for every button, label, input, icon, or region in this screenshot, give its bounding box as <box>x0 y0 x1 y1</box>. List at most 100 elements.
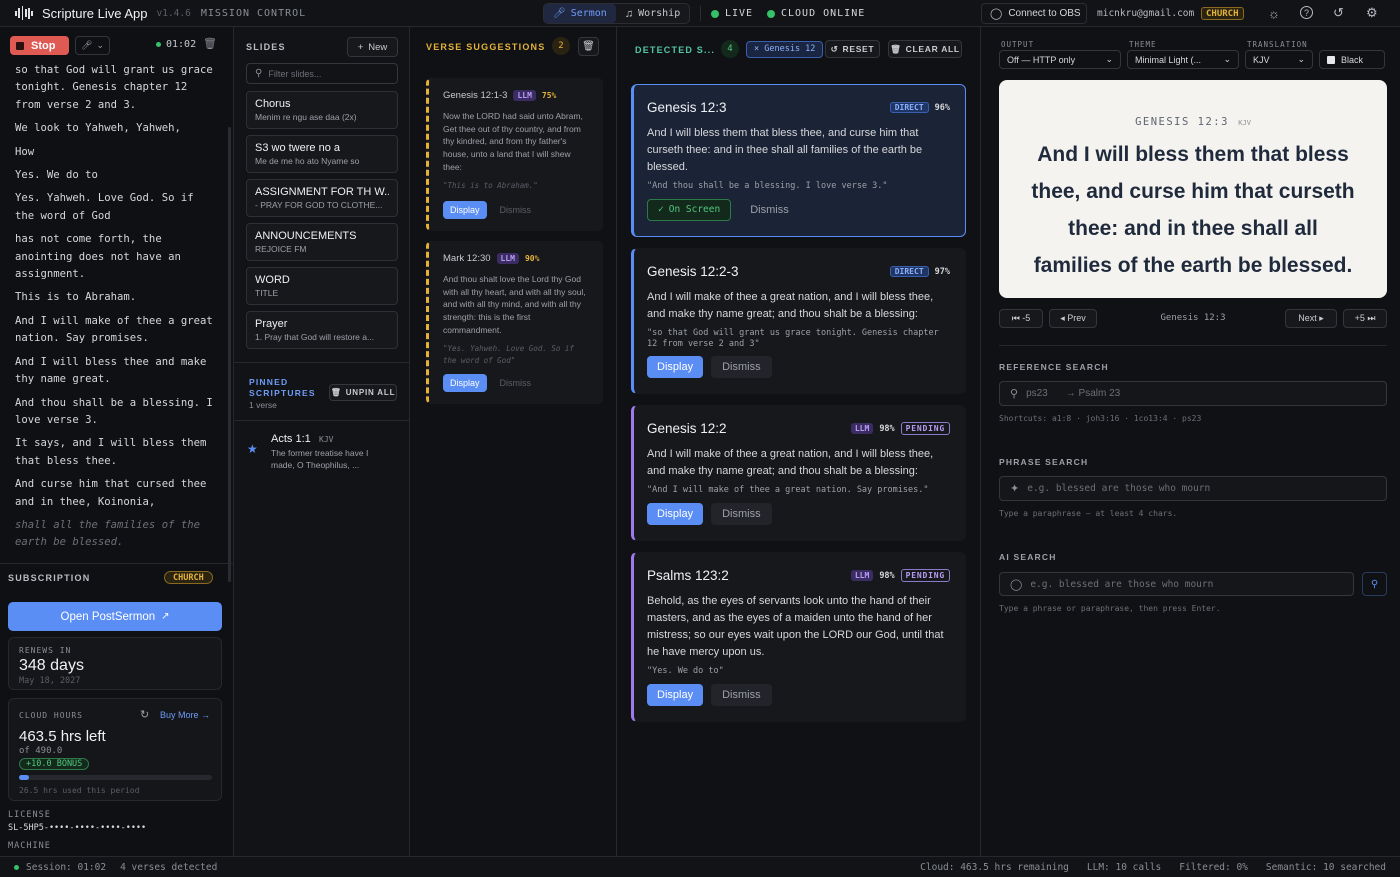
back-5-button[interactable]: ⏮ -5 <box>999 309 1043 328</box>
translation-select[interactable]: KJV ⌄ <box>1245 50 1313 69</box>
detected-verse-card[interactable]: Genesis 12:2 LLM 98% PENDING And I will make… <box>631 405 966 541</box>
new-slide-button[interactable]: + New <box>347 37 398 57</box>
hours-left: 463.5 hrs left <box>19 728 106 745</box>
phrase-hint: Type a paraphrase — at least 4 chars. <box>999 509 1178 518</box>
open-postsermon-button[interactable]: Open PostSermon ↗ <box>8 602 222 631</box>
reset-button[interactable]: ↺ RESET <box>825 40 880 58</box>
license-key: SL-5HP5-••••-••••-••••-•••• <box>8 823 147 833</box>
transcript-list: so that God will grant us grace tonight.… <box>15 62 215 582</box>
dismiss-button[interactable]: Dismiss <box>493 374 539 392</box>
llm-badge: LLM <box>850 570 874 581</box>
trash-icon[interactable]: 🗑︎ <box>203 37 217 50</box>
llm-calls: LLM: 10 calls <box>1086 861 1162 873</box>
renews-value: 348 days <box>19 657 84 674</box>
dismiss-button[interactable]: Dismiss <box>711 684 772 706</box>
detected-verse-card[interactable]: Psalms 123:2 LLM 98% PENDING Behold, as the … <box>631 552 966 722</box>
stop-square-icon <box>16 41 24 50</box>
plan-badge: CHURCH <box>164 571 213 584</box>
reference-hint: → Psalm 23 <box>1065 388 1121 399</box>
slide-item[interactable]: WORD TITLE <box>246 267 398 305</box>
sparkle-icon: ✦ <box>1010 483 1020 495</box>
slide-title: ANNOUNCEMENTS <box>255 230 357 242</box>
theme-select[interactable]: Minimal Light (... ⌄ <box>1127 50 1239 69</box>
detected-verse-text: And I will make of thee a great nation, … <box>647 448 934 477</box>
clear-all-button[interactable]: 🗑︎ CLEAR ALL <box>888 40 962 58</box>
dismiss-button[interactable]: Dismiss <box>739 199 800 221</box>
detected-list: Genesis 12:3 DIRECT 96% And I will bless th… <box>631 84 966 733</box>
dismiss-button[interactable]: Dismiss <box>711 356 772 378</box>
black-screen-toggle[interactable]: Black <box>1319 50 1385 69</box>
on-screen-button[interactable]: ✓ On Screen <box>647 199 732 221</box>
ai-search-button[interactable]: ⚲ <box>1362 572 1387 596</box>
help-icon[interactable]: ? <box>1300 6 1313 19</box>
suggestion-card: Genesis 12:1-3 LLM 75% Now the LORD had sai… <box>426 78 603 231</box>
connect-obs-button[interactable]: ◯ Connect to OBS <box>981 3 1087 24</box>
shortcuts-hint: Shortcuts: a1:8 · joh3:16 · 1co13:4 · ps… <box>999 414 1202 423</box>
preview-translation: KJV <box>1238 119 1251 127</box>
preview-reference: GENESIS 12:3 <box>1135 116 1229 128</box>
pinned-scripture-item[interactable]: ★ Acts 1:1 KJV The former treatise have … <box>234 422 409 479</box>
unpin-all-button[interactable]: 🗑︎ UNPIN ALL <box>329 384 397 401</box>
display-button[interactable]: Display <box>443 201 487 219</box>
transcript-scrollbar[interactable] <box>228 127 231 582</box>
detected-panel: DETECTED S... 4 × Genesis 12 ↺ RESET 🗑︎ CL… <box>617 27 981 856</box>
dismiss-button[interactable]: Dismiss <box>711 503 772 525</box>
display-button[interactable]: Display <box>647 684 704 706</box>
slide-item[interactable]: Prayer 1. Pray that God will restore a... <box>246 311 398 349</box>
slide-item[interactable]: ANNOUNCEMENTS REJOICE FM <box>246 223 398 261</box>
chevron-down-icon: ⌄ <box>96 40 104 50</box>
next-button[interactable]: Next ▸ <box>1285 309 1337 328</box>
suggestion-reference: Mark 12:30 <box>443 253 491 264</box>
slide-item[interactable]: Chorus Menim re ngu ase daa (2x) <box>246 91 398 129</box>
detected-quote: "And I will make of thee a great nation.… <box>647 485 929 495</box>
detected-verse-card[interactable]: Genesis 12:3 DIRECT 96% And I will bless th… <box>631 84 966 237</box>
slide-title: Chorus <box>255 98 291 110</box>
transcript-line: And I will bless thee and make thy name … <box>15 355 207 386</box>
display-button[interactable]: Display <box>647 356 704 378</box>
history-icon[interactable]: ↺ <box>1333 5 1344 21</box>
buy-more-link[interactable]: Buy More → <box>160 710 210 720</box>
phrase-search-input[interactable]: ✦ e.g. blessed are those who mourn <box>999 476 1387 501</box>
check-icon: ✓ <box>658 204 664 215</box>
filter-chip-genesis-12[interactable]: × Genesis 12 <box>746 41 824 58</box>
tab-worship[interactable]: ♫ Worship <box>616 4 689 23</box>
dismiss-button[interactable]: Dismiss <box>493 201 539 219</box>
star-icon[interactable]: ★ <box>247 442 258 456</box>
slide-item[interactable]: S3 wo twere no a Me de me ho ato Nyame so <box>246 135 398 173</box>
detected-verse-card[interactable]: Genesis 12:2-3 DIRECT 97% And I will make o… <box>631 248 966 394</box>
detected-reference: Genesis 12:3 <box>647 100 727 115</box>
slide-item[interactable]: ASSIGNMENT FOR TH W... - PRAY FOR GOD TO … <box>246 179 398 217</box>
top-bar: Scripture Live App v1.4.6 MISSION CONTRO… <box>0 0 1400 27</box>
trash-icon: 🗑︎ <box>890 43 902 54</box>
suggestion-reference: Genesis 12:1-3 <box>443 90 508 101</box>
settings-gear-icon[interactable]: ⚙ <box>1366 5 1378 21</box>
slide-subtitle: TITLE <box>255 288 279 298</box>
sun-theme-icon[interactable]: ☼ <box>1268 6 1280 21</box>
refresh-icon[interactable]: ↻ <box>140 708 149 721</box>
detected-heading: DETECTED S... <box>635 45 716 55</box>
prev-button[interactable]: ◂ Prev <box>1049 309 1097 328</box>
ai-search-input[interactable]: ◯ e.g. blessed are those who mourn <box>999 572 1354 596</box>
semantic-searched: Semantic: 10 searched <box>1265 861 1386 873</box>
detected-quote: "so that God will grant us grace tonight… <box>647 328 939 349</box>
detected-verse-text: Behold, as the eyes of servants look unt… <box>647 595 944 658</box>
detected-header: Psalms 123:2 LLM 98% PENDING <box>647 568 950 583</box>
current-reference: Genesis 12:3 <box>1160 313 1226 323</box>
slide-subtitle: - PRAY FOR GOD TO CLOTHE... <box>255 200 383 210</box>
display-button[interactable]: Display <box>443 374 487 392</box>
display-button[interactable]: Display <box>647 503 704 525</box>
slide-filter-input[interactable]: ⚲ Filter slides... <box>246 63 398 84</box>
confidence: 98% <box>879 423 895 434</box>
tab-sermon[interactable]: 🎤︎ Sermon <box>544 4 616 23</box>
forward-5-button[interactable]: +5 ⏭ <box>1343 309 1387 328</box>
clear-suggestions-button[interactable]: 🗑︎ <box>578 37 599 56</box>
live-preview: GENESIS 12:3 KJV And I will bless them t… <box>999 80 1387 298</box>
microphone-select[interactable]: 🎤︎ ⌄ <box>75 36 110 55</box>
renews-card: RENEWS IN 348 days May 18, 2027 <box>8 637 222 690</box>
confidence: 97% <box>934 266 950 277</box>
reference-search-input[interactable]: ⚲ ps23 → Psalm 23 <box>999 381 1387 406</box>
transcript-line: so that God will grant us grace tonight.… <box>15 64 213 111</box>
stop-button[interactable]: Stop <box>10 36 69 55</box>
output-select[interactable]: Off — HTTP only ⌄ <box>999 50 1121 69</box>
left-panel: Stop 🎤︎ ⌄ 01:02 🗑︎ so that God will grant… <box>0 27 234 856</box>
